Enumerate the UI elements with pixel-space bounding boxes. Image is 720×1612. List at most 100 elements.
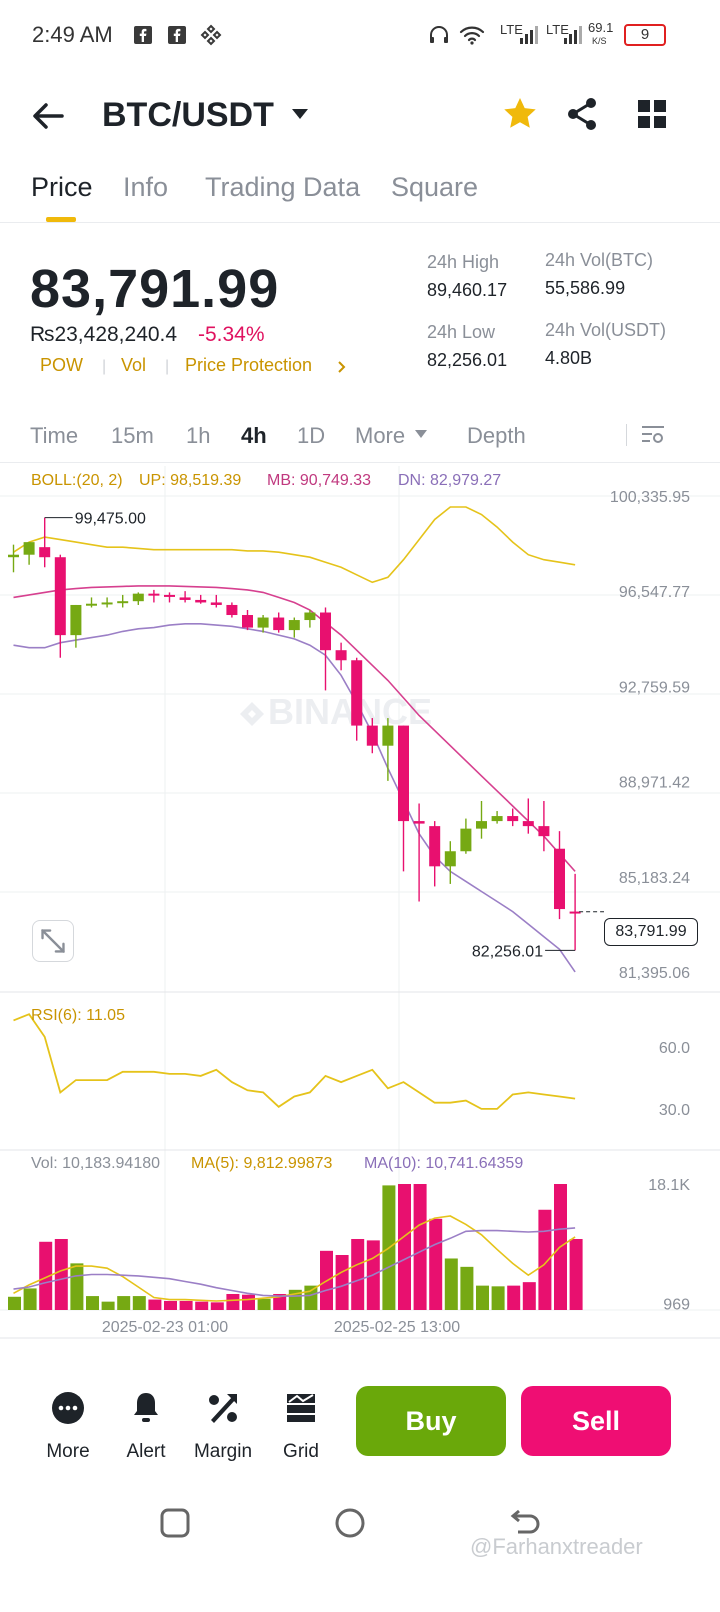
candle-body bbox=[366, 725, 378, 746]
vol-usdt-label: 24h Vol(USDT) bbox=[545, 320, 667, 340]
tab-price[interactable]: Price bbox=[31, 172, 93, 203]
candle-body bbox=[382, 725, 394, 746]
tag-separator: | bbox=[102, 358, 107, 375]
tab-square[interactable]: Square bbox=[391, 172, 478, 203]
boll-legend-mb: MB: 90,749.33 bbox=[267, 472, 372, 489]
candle-body bbox=[39, 547, 51, 558]
fiat-price: ₨23,428,240.4 bbox=[30, 323, 178, 346]
candle-body bbox=[210, 602, 222, 605]
volume-bar bbox=[70, 1263, 84, 1310]
candle-body bbox=[554, 848, 565, 910]
volume-bar bbox=[413, 1184, 427, 1310]
tab-trading-data[interactable]: Trading Data bbox=[205, 172, 360, 203]
candle-body bbox=[257, 617, 269, 628]
candle-body bbox=[288, 620, 300, 631]
interval-time[interactable]: Time bbox=[30, 423, 78, 449]
interval-1h[interactable]: 1h bbox=[186, 423, 210, 449]
boll-legend-up: UP: 98,519.39 bbox=[139, 472, 242, 489]
signal-icon bbox=[520, 26, 538, 44]
home-icon[interactable] bbox=[333, 1506, 367, 1540]
sell-button[interactable]: Sell bbox=[521, 1386, 671, 1456]
alert-label: Alert bbox=[126, 1441, 166, 1462]
candle-body bbox=[351, 660, 363, 726]
volume-bar bbox=[54, 1238, 68, 1310]
more-action[interactable]: More bbox=[33, 1390, 103, 1463]
pair-title[interactable]: BTC/USDT bbox=[102, 96, 274, 135]
candle-body bbox=[335, 650, 347, 661]
candle-body bbox=[491, 816, 503, 822]
volume-legend: Vol: 10,183.94180 bbox=[31, 1155, 160, 1172]
net-speed: 69.1 bbox=[588, 20, 614, 35]
dropdown-caret-icon[interactable] bbox=[290, 104, 310, 124]
candle-body bbox=[226, 604, 238, 616]
fullscreen-button[interactable] bbox=[32, 920, 74, 962]
candlestick-chart[interactable]: 100,335.95 96,547.77 92,759.59 88,971.42 85,… bbox=[0, 466, 720, 1346]
interval-1d[interactable]: 1D bbox=[297, 423, 325, 449]
boll-legend-name: BOLL:(20, 2) bbox=[31, 472, 123, 489]
low-value: 82,256.01 bbox=[427, 350, 508, 370]
candle-body bbox=[195, 599, 207, 603]
interval-more[interactable]: More bbox=[355, 423, 405, 449]
tag-pow[interactable]: POW bbox=[40, 355, 83, 376]
rsi-line bbox=[13, 1013, 576, 1110]
volume-bar bbox=[164, 1300, 177, 1310]
low-annotation: 82,256.01 bbox=[472, 943, 543, 960]
battery-level: 9 bbox=[640, 26, 650, 43]
candle-body bbox=[117, 601, 129, 604]
interval-depth[interactable]: Depth bbox=[467, 423, 526, 449]
candle-body bbox=[444, 851, 456, 867]
volume-bar bbox=[226, 1293, 240, 1310]
current-price-tag: 83,791.99 bbox=[604, 918, 698, 946]
candle-body bbox=[538, 826, 550, 837]
chevron-right-icon[interactable] bbox=[336, 360, 348, 374]
volume-bar bbox=[257, 1298, 271, 1310]
grid-label: Grid bbox=[283, 1441, 319, 1462]
tag-separator: | bbox=[165, 358, 170, 375]
bell-icon bbox=[134, 1393, 158, 1422]
candle-body bbox=[179, 597, 191, 600]
volume-bar bbox=[491, 1286, 505, 1310]
volume-bar bbox=[522, 1282, 536, 1310]
alert-action[interactable]: Alert bbox=[111, 1390, 181, 1463]
more-dots-icon bbox=[52, 1392, 84, 1424]
star-icon[interactable] bbox=[500, 94, 540, 134]
candle-body bbox=[23, 542, 35, 555]
volume-bar bbox=[335, 1255, 349, 1310]
interval-divider bbox=[0, 462, 720, 463]
tab-info[interactable]: Info bbox=[123, 172, 168, 203]
candle-body bbox=[273, 617, 285, 631]
binance-icon bbox=[200, 24, 222, 46]
buy-button[interactable]: Buy bbox=[356, 1386, 506, 1456]
high-value: 89,460.17 bbox=[427, 280, 508, 300]
volume-ma5-line bbox=[13, 1215, 576, 1302]
more-label: More bbox=[46, 1441, 90, 1462]
candle-body bbox=[429, 826, 441, 867]
interval-15m[interactable]: 15m bbox=[111, 423, 154, 449]
high-label: 24h High bbox=[427, 252, 500, 272]
volume-bar bbox=[8, 1296, 21, 1310]
rsi-legend: RSI(6): 11.05 bbox=[31, 1007, 125, 1024]
margin-label: Margin bbox=[193, 1441, 253, 1462]
candle-body bbox=[242, 615, 253, 628]
candle-body bbox=[86, 603, 97, 606]
share-icon[interactable] bbox=[562, 94, 602, 134]
net-speed-unit: K/S bbox=[592, 36, 607, 46]
tag-vol[interactable]: Vol bbox=[121, 355, 146, 376]
caret-down-icon[interactable] bbox=[414, 428, 428, 440]
last-price: 83,791.99 bbox=[30, 259, 280, 319]
volume-y-tick: 18.1K bbox=[648, 1177, 690, 1194]
volume-bar bbox=[569, 1238, 583, 1310]
status-bar: 2:49 AM LTE LTE 69.1 K/S 9 bbox=[0, 0, 720, 72]
interval-4h[interactable]: 4h bbox=[241, 423, 267, 449]
tag-price-protection[interactable]: Price Protection bbox=[185, 355, 312, 376]
recent-apps-icon[interactable] bbox=[158, 1506, 192, 1540]
grid-layout-icon[interactable] bbox=[632, 94, 672, 134]
candle-body bbox=[54, 557, 66, 636]
margin-action[interactable]: Margin bbox=[188, 1390, 258, 1463]
grid-bot-icon bbox=[287, 1394, 315, 1422]
chart-settings-icon[interactable] bbox=[640, 422, 666, 448]
x-tick-label: 2025-02-23 01:00 bbox=[102, 1319, 228, 1336]
back-arrow-icon[interactable] bbox=[28, 96, 68, 136]
facebook-icon bbox=[134, 26, 152, 44]
grid-action[interactable]: Grid bbox=[266, 1390, 336, 1463]
